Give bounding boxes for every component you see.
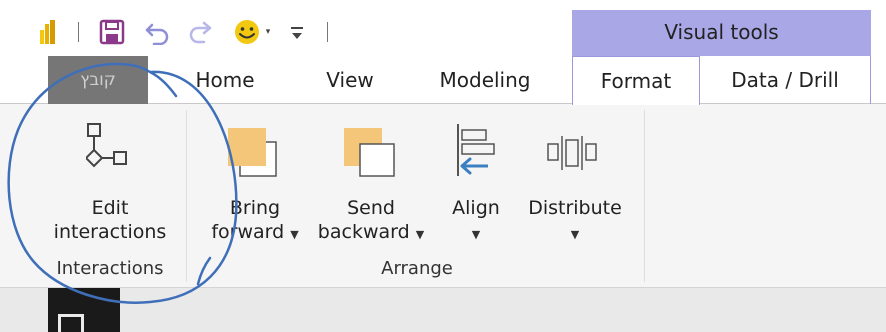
arrange-group-label: Arrange <box>381 258 453 279</box>
customize-toolbar-icon[interactable] <box>290 22 304 42</box>
edit-interactions-button[interactable]: Edit interactions <box>46 118 174 244</box>
tab-view[interactable]: View <box>310 56 390 104</box>
bring-forward-label-line2: forward <box>211 221 285 243</box>
bring-forward-label-line1: Bring <box>229 197 281 219</box>
group-separator <box>644 110 645 282</box>
chevron-down-icon[interactable]: ▼ <box>440 220 512 247</box>
ribbon-panel: Edit interactions Interactions Bring for… <box>0 104 886 288</box>
contextual-tab-group-header: Visual tools <box>572 10 871 56</box>
tab-home[interactable]: Home <box>170 56 280 104</box>
distribute-label: Distribute <box>528 197 622 219</box>
toolbar-separator <box>78 22 79 42</box>
align-button[interactable]: Align ▼ <box>440 118 512 244</box>
distribute-icon <box>546 134 604 178</box>
ribbon-tabs: קובץ Home View Modeling Format Data / Dr… <box>0 56 886 105</box>
tab-data-drill[interactable]: Data / Drill <box>700 56 871 104</box>
chevron-down-icon[interactable]: ▼ <box>516 220 634 247</box>
tab-file[interactable]: קובץ <box>48 56 148 104</box>
edit-interactions-label-line2: interactions <box>53 221 167 243</box>
send-backward-label-row: backward ▼ <box>310 220 432 247</box>
bring-forward-icon <box>226 126 282 182</box>
contextual-group-label: Visual tools <box>664 20 779 44</box>
send-backward-icon <box>342 126 398 182</box>
group-separator <box>186 110 187 282</box>
undo-icon[interactable] <box>144 19 172 45</box>
report-view-glyph <box>58 314 84 332</box>
report-view-icon[interactable] <box>48 288 120 332</box>
send-backward-label-line2: backward <box>317 221 410 243</box>
redo-icon[interactable] <box>186 19 214 45</box>
tab-modeling[interactable]: Modeling <box>420 56 550 104</box>
edit-interactions-label-line1: Edit <box>91 197 129 219</box>
bring-forward-label-row: forward ▼ <box>200 220 310 247</box>
send-backward-label-line1: Send <box>347 197 395 219</box>
align-label: Align <box>452 197 500 219</box>
edit-interactions-icon <box>84 122 134 182</box>
bring-forward-button[interactable]: Bring forward ▼ <box>200 118 310 244</box>
toolbar-separator <box>327 22 328 42</box>
power-bi-logo-icon <box>40 20 56 44</box>
canvas-area <box>0 288 886 332</box>
chevron-down-icon[interactable]: ▼ <box>416 228 424 241</box>
save-icon[interactable] <box>99 19 125 45</box>
align-icon <box>454 122 498 182</box>
smiley-feedback-icon[interactable] <box>232 18 262 46</box>
send-backward-button[interactable]: Send backward ▼ <box>310 118 432 244</box>
tab-format[interactable]: Format <box>572 56 700 105</box>
distribute-button[interactable]: Distribute ▼ <box>516 118 634 244</box>
interactions-group-label: Interactions <box>56 258 164 279</box>
chevron-down-icon[interactable]: ▾ <box>262 26 274 38</box>
chevron-down-icon[interactable]: ▼ <box>290 228 298 241</box>
